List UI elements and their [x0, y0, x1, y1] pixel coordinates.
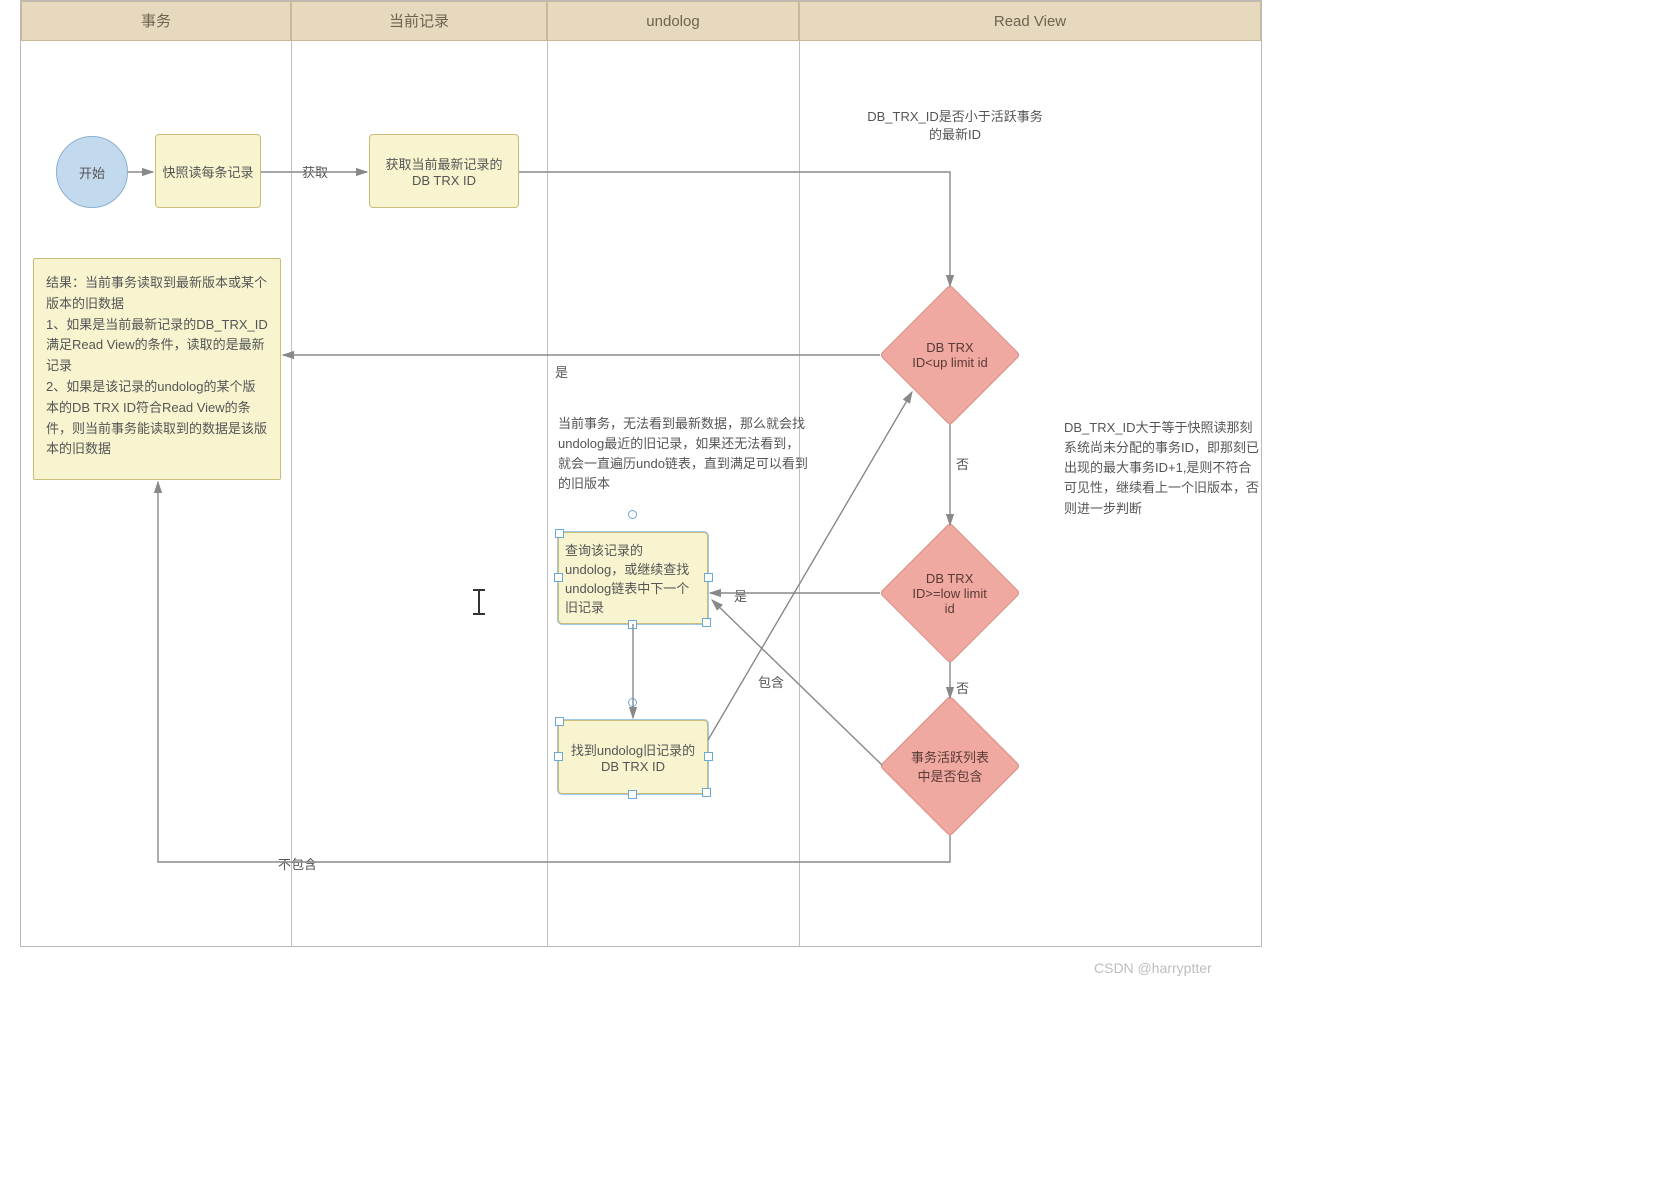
decision-2-label: DB TRX ID>=low limit id: [907, 571, 993, 616]
top-note: DB_TRX_ID是否小于活跃事务的最新ID: [865, 108, 1045, 144]
sel-handle-w[interactable]: [554, 573, 563, 582]
snapshot-label: 快照读每条记录: [162, 162, 253, 181]
sel2-handle-e[interactable]: [704, 752, 713, 761]
start-node: 开始: [56, 136, 128, 208]
sel2-handle-w[interactable]: [554, 752, 563, 761]
text-cursor-icon: [478, 590, 480, 614]
lane-divider-2: [547, 41, 548, 946]
side-note: DB_TRX_ID大于等于快照读那刻系统尚未分配的事务ID，即那刻已出现的最大事…: [1064, 418, 1259, 519]
get-trx-process: 获取当前最新记录的 DB TRX ID: [369, 134, 519, 208]
sel2-handle-s[interactable]: [628, 790, 637, 799]
acquire-label: 获取: [302, 162, 328, 181]
lane-header-3: Read View: [799, 1, 1261, 41]
result-text: 结果：当前事务读取到最新版本或某个版本的旧数据 1、如果是当前最新记录的DB_T…: [46, 273, 268, 460]
decision-1-label: DB TRX ID<up limit id: [907, 340, 993, 370]
sel2-rotate-handle[interactable]: [628, 698, 637, 707]
sel-handle-s[interactable]: [628, 620, 637, 629]
get-trx-label: 获取当前最新记录的 DB TRX ID: [376, 154, 512, 188]
snapshot-process: 快照读每条记录: [155, 134, 261, 208]
lane-header-2: undolog: [547, 1, 799, 41]
undolog-note: 当前事务，无法看到最新数据，那么就会找undolog最近的旧记录，如果还无法看到…: [558, 414, 810, 495]
notcontain-label: 不包含: [278, 854, 317, 873]
query-undo-label: 查询该记录的undolog，或继续查找undolog链表中下一个旧记录: [565, 540, 701, 616]
yes-label: 是: [555, 362, 568, 381]
lane-header-0: 事务: [21, 1, 291, 41]
sel-rotate-handle[interactable]: [628, 510, 637, 519]
found-undo-label: 找到undolog旧记录的DB TRX ID: [565, 740, 701, 774]
sel-handle-e[interactable]: [704, 573, 713, 582]
found-undo-process[interactable]: 找到undolog旧记录的DB TRX ID: [558, 720, 708, 794]
result-box: 结果：当前事务读取到最新版本或某个版本的旧数据 1、如果是当前最新记录的DB_T…: [33, 258, 281, 480]
watermark: CSDN @harryptter: [1094, 960, 1212, 976]
lane-header-1: 当前记录: [291, 1, 547, 41]
start-label: 开始: [79, 163, 105, 182]
lane-divider-1: [291, 41, 292, 946]
yes2-label: 是: [734, 586, 747, 605]
query-undo-process[interactable]: 查询该记录的undolog，或继续查找undolog链表中下一个旧记录: [558, 532, 708, 624]
no1-label: 否: [956, 454, 969, 473]
no2-label: 否: [956, 678, 969, 697]
contain-label: 包含: [758, 672, 784, 691]
decision-3-label: 事务活跃列表中是否包含: [907, 747, 993, 785]
